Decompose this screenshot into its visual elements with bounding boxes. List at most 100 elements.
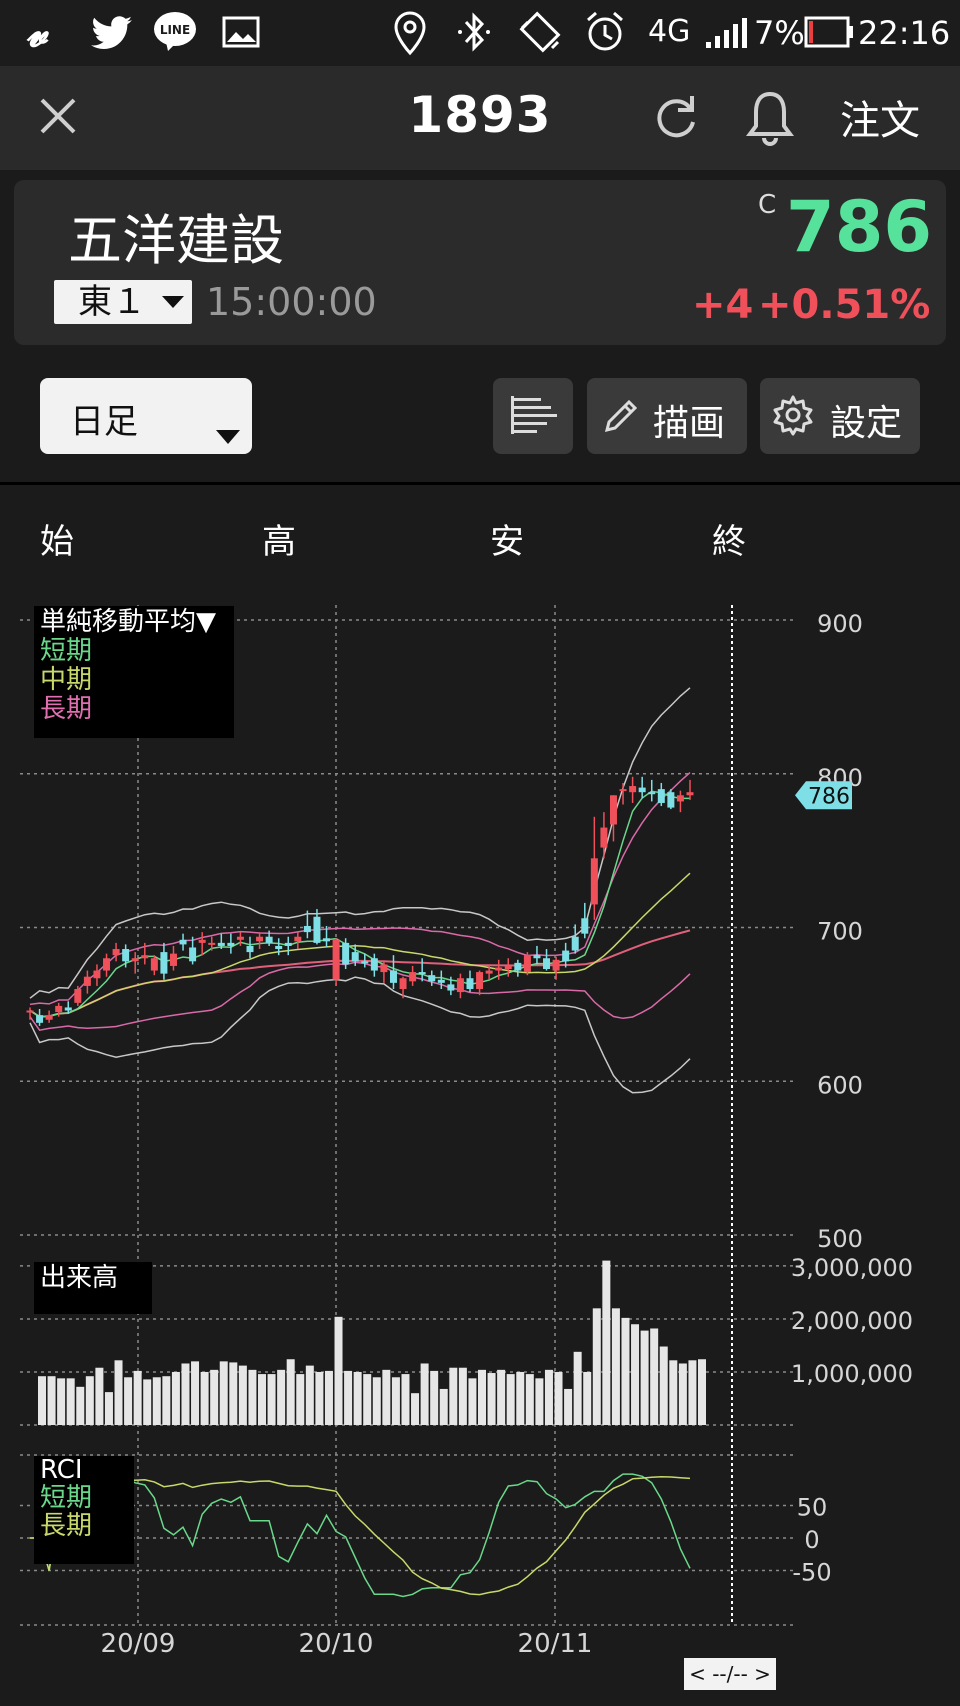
volume-bar (114, 1360, 123, 1425)
candle-body (227, 942, 235, 946)
volume-bar (324, 1370, 333, 1425)
volume-bar (286, 1359, 295, 1425)
volume-bar (191, 1361, 200, 1425)
volume-bar (698, 1359, 706, 1425)
volume-bar (104, 1392, 113, 1425)
candle-body (198, 939, 206, 943)
location-icon (394, 11, 426, 56)
candle-body (389, 970, 397, 983)
candle-body (485, 970, 493, 974)
candle-body (456, 978, 464, 993)
candle-body (160, 952, 168, 974)
candle-body (428, 975, 436, 982)
volume-bar (372, 1377, 381, 1425)
candle-body (399, 978, 407, 989)
refresh-icon[interactable] (648, 90, 704, 146)
volume-tick-label: 3,000,000 (791, 1254, 913, 1282)
volume-bar (602, 1260, 611, 1425)
volume-bar (267, 1374, 276, 1425)
candle-body (332, 939, 340, 980)
candle-body (256, 936, 264, 942)
candle-body (361, 961, 369, 964)
stock-code-title: 1893 (408, 86, 552, 144)
bell-icon[interactable] (742, 88, 798, 148)
volume-bar (277, 1369, 286, 1425)
volume-bar (258, 1374, 266, 1425)
volume-bar (516, 1371, 525, 1425)
volume-bar (296, 1374, 305, 1425)
candle-body (600, 827, 608, 848)
volume-bar (219, 1361, 228, 1425)
stock-chart[interactable]: 900800700600500786単純移動平均▼短期中期長期3,000,000… (0, 590, 960, 1656)
candle-body (447, 984, 455, 991)
volume-bar (229, 1362, 238, 1425)
divider (0, 482, 960, 485)
candle-body (466, 978, 474, 989)
candle-body (495, 967, 503, 971)
volume-bar (592, 1308, 601, 1425)
candle-body (122, 949, 130, 962)
candle-body (552, 959, 560, 971)
volume-bar (95, 1367, 104, 1425)
candle-body (504, 965, 512, 970)
period-select[interactable]: 日足 (40, 378, 252, 454)
legend-long: 長期 (40, 694, 92, 724)
candle-body (638, 787, 646, 793)
candle-body (418, 972, 426, 975)
bluetooth-icon (458, 12, 490, 52)
candle-body (294, 936, 302, 942)
high-label: 高 (262, 522, 296, 562)
candle-body (284, 942, 292, 946)
volume-bar (640, 1330, 649, 1425)
candle-body (657, 789, 665, 803)
app-bar: 1893 注文 (0, 66, 960, 170)
candle-body (112, 949, 120, 956)
volume-bar (535, 1378, 544, 1425)
volume-tick-label: 1,000,000 (791, 1360, 913, 1388)
candle-body (179, 939, 187, 945)
rci-legend-long: 長期 (40, 1511, 92, 1541)
volume-tick-label: 2,000,000 (791, 1307, 913, 1335)
volume-bar (669, 1360, 678, 1425)
date-tick-label: 20/11 (518, 1629, 593, 1656)
candle-body (667, 792, 675, 808)
price-tick-label: 700 (817, 918, 863, 946)
battery-icon (804, 16, 853, 48)
date-tick-label: 20/09 (101, 1629, 176, 1656)
bollinger-lower-2 (29, 976, 691, 1094)
candle-body (476, 972, 484, 989)
volume-bar (611, 1308, 620, 1425)
volume-bar (66, 1378, 75, 1425)
indicator-list-button[interactable] (493, 378, 573, 454)
market-select[interactable]: 東１ (54, 280, 192, 324)
draw-label: 描画 (653, 403, 726, 444)
bars-icon (511, 396, 557, 434)
volume-bar (430, 1370, 439, 1425)
candle-body (533, 955, 541, 959)
settings-button[interactable]: 設定 (760, 378, 920, 454)
volume-bar (506, 1374, 515, 1425)
alarm-icon (587, 11, 623, 51)
volume-bar (449, 1367, 458, 1425)
volume-bar (564, 1388, 573, 1425)
bollinger-lower-1 (29, 961, 691, 1032)
draw-button[interactable]: 描画 (587, 378, 747, 454)
app-logo-icon: 𝓿 (26, 10, 48, 56)
candle-body (93, 970, 101, 979)
quote-time: 15:00:00 (206, 280, 377, 324)
current-price: 786 (786, 186, 933, 268)
order-button[interactable]: 注文 (840, 88, 920, 146)
rci-legend-short: 短期 (40, 1483, 92, 1513)
gear-icon (773, 395, 813, 436)
candle-body (217, 942, 225, 946)
date-nav-button[interactable]: < --/-- > (684, 1658, 776, 1690)
volume-bar (382, 1369, 391, 1425)
candle-body (437, 979, 445, 983)
volume-bar (497, 1369, 506, 1425)
volume-bar (200, 1371, 209, 1425)
volume-bar (401, 1374, 410, 1425)
legend-mid: 中期 (40, 665, 92, 695)
period-label: 日足 (70, 402, 138, 442)
candle-body (103, 958, 111, 971)
volume-bar (583, 1371, 592, 1425)
